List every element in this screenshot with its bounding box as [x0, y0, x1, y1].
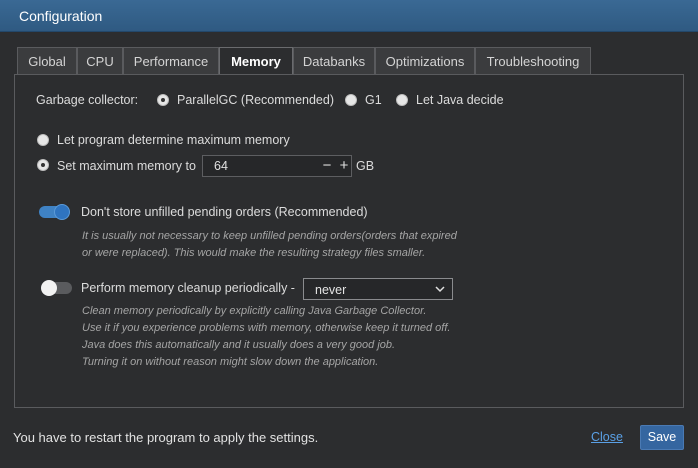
memory-cleanup-description: Clean memory periodically by explicitly …: [82, 303, 450, 371]
memory-cleanup-desc-line: Java does this automatically and it usua…: [82, 339, 396, 351]
set-memory-radio[interactable]: [37, 159, 49, 171]
tab-cpu[interactable]: CPU: [77, 47, 123, 74]
pending-orders-label: Don't store unfilled pending orders (Rec…: [81, 205, 368, 219]
tab-performance[interactable]: Performance: [123, 47, 219, 74]
gc-parallel-radio[interactable]: [157, 94, 169, 106]
gc-parallel-label[interactable]: ParallelGC (Recommended): [177, 93, 334, 107]
gc-java-decide-label[interactable]: Let Java decide: [416, 93, 504, 107]
tab-optimizations[interactable]: Optimizations: [375, 47, 475, 74]
tab-memory[interactable]: Memory: [219, 47, 293, 75]
memory-cleanup-desc-line: Clean memory periodically by explicitly …: [82, 305, 427, 317]
toggle-knob: [41, 280, 57, 296]
cleanup-interval-select[interactable]: never: [303, 278, 453, 300]
memory-cleanup-toggle[interactable]: [41, 280, 72, 296]
increment-button[interactable]: +: [338, 157, 350, 175]
window-title: Configuration: [19, 8, 103, 24]
memory-cleanup-desc-line: Turning it on without reason might slow …: [82, 356, 379, 368]
auto-memory-label[interactable]: Let program determine maximum memory: [57, 133, 290, 147]
close-link[interactable]: Close: [591, 430, 623, 444]
gc-label: Garbage collector:: [36, 93, 139, 107]
restart-notice: You have to restart the program to apply…: [13, 430, 319, 445]
decrement-button[interactable]: −: [321, 157, 333, 175]
set-memory-label[interactable]: Set maximum memory to: [57, 159, 196, 173]
memory-cleanup-desc-line: Use it if you experience problems with m…: [82, 322, 451, 334]
gc-g1-label[interactable]: G1: [365, 93, 382, 107]
save-button[interactable]: Save: [640, 425, 684, 450]
memory-unit-label: GB: [356, 159, 375, 173]
pending-orders-desc-line: or were replaced). This would make the r…: [82, 247, 426, 259]
chevron-down-icon: [435, 286, 445, 293]
gc-g1-radio[interactable]: [345, 94, 357, 106]
pending-orders-description: It is usually not necessary to keep unfi…: [82, 228, 457, 262]
gc-java-decide-radio[interactable]: [396, 94, 408, 106]
auto-memory-radio[interactable]: [37, 134, 49, 146]
pending-orders-toggle[interactable]: [39, 204, 70, 220]
cleanup-interval-value: never: [315, 283, 347, 297]
tab-troubleshooting[interactable]: Troubleshooting: [475, 47, 591, 74]
toggle-knob: [54, 204, 70, 220]
tab-global[interactable]: Global: [17, 47, 77, 74]
title-bar: Configuration: [0, 0, 698, 32]
tab-databanks[interactable]: Databanks: [293, 47, 375, 74]
memory-cleanup-label: Perform memory cleanup periodically -: [81, 281, 295, 295]
pending-orders-desc-line: It is usually not necessary to keep unfi…: [82, 230, 457, 242]
